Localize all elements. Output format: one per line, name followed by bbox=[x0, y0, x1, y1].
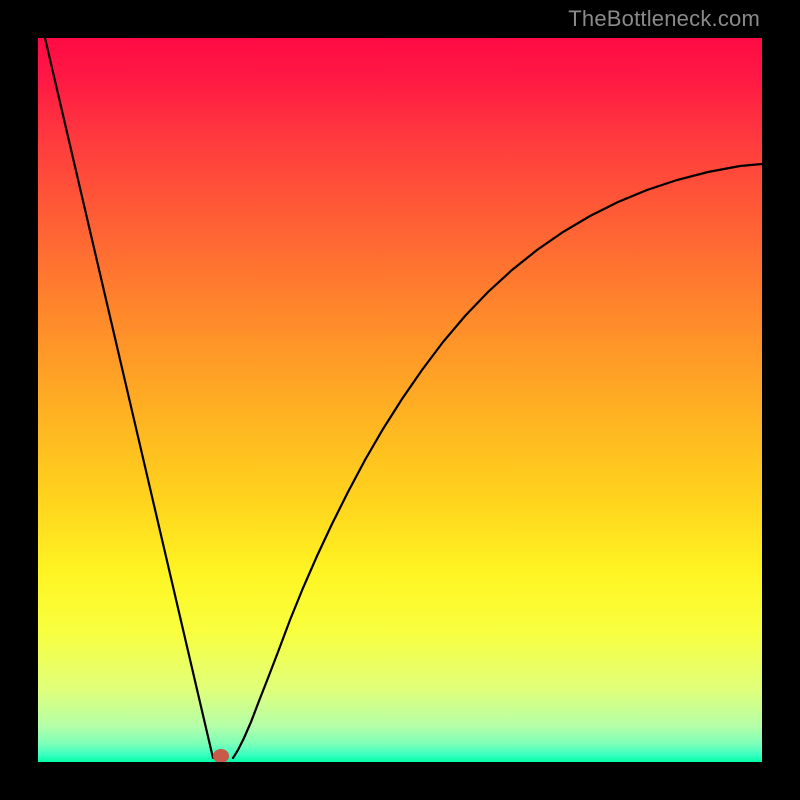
curve-right-branch bbox=[233, 164, 762, 758]
curve-svg bbox=[38, 38, 762, 762]
watermark-text: TheBottleneck.com bbox=[568, 6, 760, 32]
chart-frame: TheBottleneck.com bbox=[0, 0, 800, 800]
curve-left-branch bbox=[45, 38, 213, 758]
highlight-dot bbox=[213, 749, 229, 762]
plot-area bbox=[38, 38, 762, 762]
